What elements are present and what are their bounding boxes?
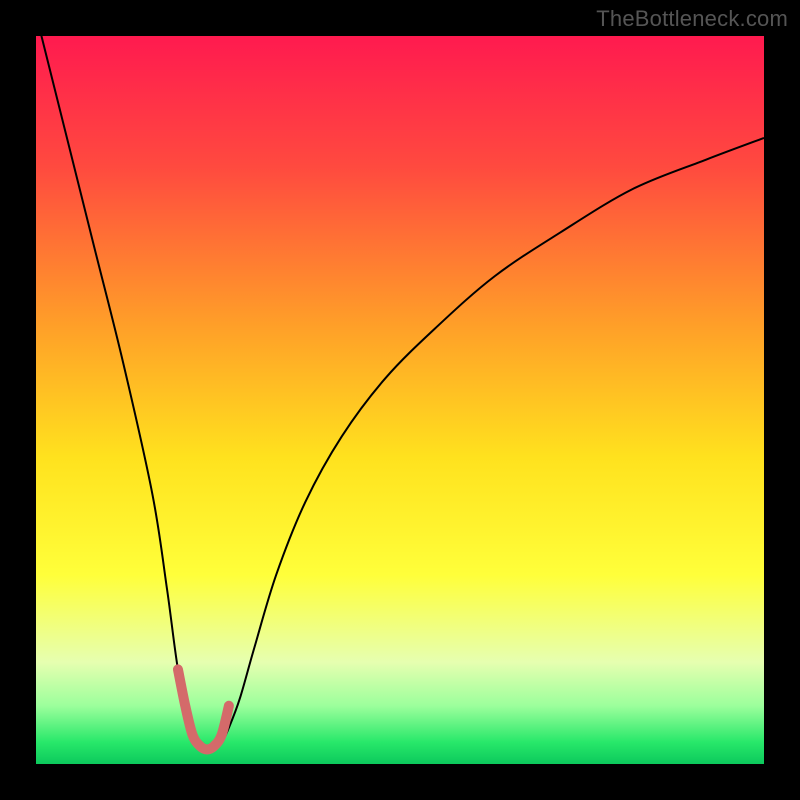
chart-frame: TheBottleneck.com	[0, 0, 800, 800]
watermark-text: TheBottleneck.com	[596, 6, 788, 32]
plot-area	[36, 36, 764, 764]
valley-highlight	[178, 669, 229, 749]
curve-layer	[36, 36, 764, 764]
bottleneck-curve	[36, 36, 764, 749]
